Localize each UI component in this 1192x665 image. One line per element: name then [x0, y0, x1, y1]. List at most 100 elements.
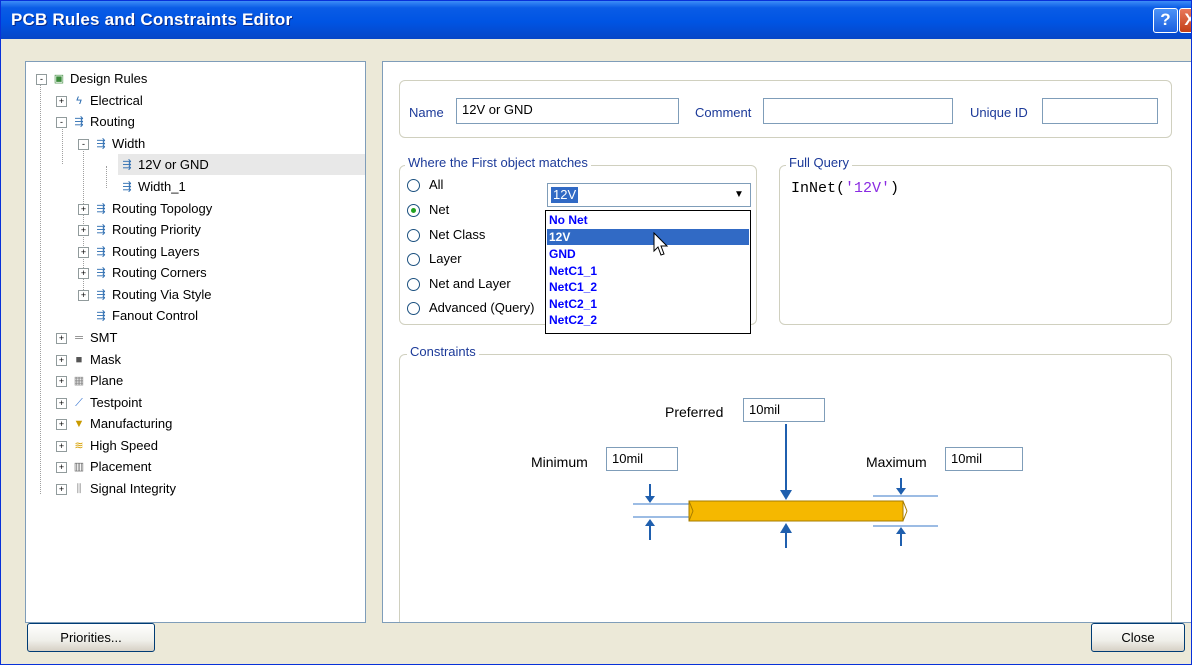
collapse-icon[interactable]: - — [78, 139, 89, 151]
radio-label: All — [429, 177, 444, 192]
tree-item-routing[interactable]: - ⇶ Routing — [56, 111, 135, 132]
preferred-width-field[interactable]: 10mil — [743, 398, 825, 422]
rules-editor-window: PCB Rules and Constraints Editor ? X -▣D… — [0, 0, 1192, 665]
expand-icon[interactable]: + — [56, 441, 67, 453]
tree-item-testpoint[interactable]: + ⟋ Testpoint — [56, 392, 142, 413]
radio-advanced-query[interactable]: Advanced (Query) — [407, 297, 535, 319]
tree-item-label: Routing — [90, 114, 135, 129]
tree-item-label: Routing Topology — [112, 201, 213, 216]
tree-item-label: Routing Layers — [112, 244, 200, 259]
expand-icon[interactable]: + — [56, 333, 67, 345]
dropdown-item-netc1-2[interactable]: NetC1_2 — [549, 279, 597, 295]
close-window-button[interactable]: X — [1179, 8, 1191, 33]
radio-button-selected-icon[interactable] — [407, 204, 420, 218]
expand-icon[interactable]: + — [56, 398, 67, 410]
expand-icon[interactable]: + — [56, 484, 67, 496]
mask-icon: ■ — [75, 354, 83, 367]
radio-button-icon[interactable] — [407, 253, 420, 267]
tree-item-label: Routing Via Style — [112, 287, 212, 302]
tree-item-label: Fanout Control — [112, 308, 198, 323]
tree-item-routing-priority[interactable]: + ⇶ Routing Priority — [78, 219, 201, 240]
net-dropdown-list[interactable]: No Net 12V GND NetC1_1 NetC1_2 NetC2_1 N… — [545, 210, 751, 334]
tree-item-label: Signal Integrity — [90, 481, 176, 496]
dropdown-item-netc2-2[interactable]: NetC2_2 — [549, 312, 597, 328]
priorities-button[interactable]: Priorities... — [27, 623, 155, 652]
tree-item-routing-layers[interactable]: + ⇶ Routing Layers — [78, 241, 199, 262]
dropdown-item-no-net[interactable]: No Net — [549, 212, 588, 228]
tree-item-label: SMT — [90, 330, 118, 345]
query-argument: '12V' — [845, 180, 891, 197]
routing-icon: ⇶ — [74, 116, 84, 129]
title-bar[interactable]: PCB Rules and Constraints Editor ? X — [1, 1, 1191, 39]
rule-detail-panel: Name 12V or GND Comment Unique ID Where … — [382, 61, 1191, 623]
radio-button-icon[interactable] — [407, 179, 420, 193]
tree-item-width-1[interactable]: ⇶ Width_1 — [118, 176, 186, 197]
tree-item-high-speed[interactable]: + ≋ High Speed — [56, 435, 158, 456]
routing-icon: ⇶ — [96, 289, 106, 302]
expand-icon[interactable]: + — [56, 376, 67, 388]
expand-icon[interactable]: + — [78, 225, 89, 237]
track-shape — [688, 500, 904, 522]
full-query-text[interactable]: InNet('12V') — [791, 180, 899, 197]
expand-icon[interactable]: + — [78, 290, 89, 302]
dropdown-item-netc2-1[interactable]: NetC2_1 — [549, 296, 597, 312]
radio-net[interactable]: Net — [407, 199, 449, 221]
tree-item-signal-integrity[interactable]: + ⫼ Signal Integrity — [56, 478, 176, 499]
name-label: Name — [409, 105, 444, 120]
tree-item-label: Electrical — [90, 93, 143, 108]
collapse-icon[interactable]: - — [36, 74, 47, 86]
tree-item-manufacturing[interactable]: + ▼ Manufacturing — [56, 413, 172, 434]
radio-net-class[interactable]: Net Class — [407, 224, 485, 246]
tree-item-label: Testpoint — [90, 395, 143, 410]
comment-field[interactable] — [763, 98, 953, 124]
window-title: PCB Rules and Constraints Editor — [11, 10, 293, 29]
tree-item-12v-or-gnd[interactable]: ⇶ 12V or GND — [118, 154, 365, 175]
expand-icon[interactable]: + — [56, 96, 67, 108]
expand-icon[interactable]: + — [56, 355, 67, 367]
routing-icon: ⇶ — [96, 246, 106, 259]
expand-icon[interactable]: + — [78, 204, 89, 216]
net-combo[interactable]: 12V ▼ — [547, 183, 751, 207]
tree-item-width[interactable]: - ⇶ Width — [78, 133, 145, 154]
radio-button-icon[interactable] — [407, 229, 420, 243]
high-speed-icon: ≋ — [74, 440, 84, 453]
track-width-diagram — [633, 424, 938, 548]
query-function: InNet( — [791, 180, 846, 197]
rules-tree[interactable]: - ▣ Design Rules + ϟ Electrical - ⇶ Routing - ⇶… — [25, 61, 366, 623]
radio-label: Advanced (Query) — [429, 300, 535, 315]
tree-item-routing-via-style[interactable]: + ⇶ Routing Via Style — [78, 284, 212, 305]
tree-item-label: Width_1 — [138, 179, 186, 194]
tree-item-design-rules[interactable]: - ▣ Design Rules — [36, 68, 147, 89]
expand-icon[interactable]: + — [56, 462, 67, 474]
collapse-icon[interactable]: - — [56, 117, 67, 129]
dropdown-arrow-icon[interactable]: ▼ — [729, 185, 749, 205]
radio-label: Net and Layer — [429, 276, 511, 291]
radio-button-icon[interactable] — [407, 278, 420, 292]
dropdown-item-netc1-1[interactable]: NetC1_1 — [549, 263, 597, 279]
radio-layer[interactable]: Layer — [407, 248, 462, 270]
name-field[interactable]: 12V or GND — [456, 98, 679, 124]
tree-item-mask[interactable]: + ■ Mask — [56, 349, 121, 370]
help-button[interactable]: ? — [1153, 8, 1178, 33]
plane-icon: ▦ — [73, 375, 85, 388]
radio-net-and-layer[interactable]: Net and Layer — [407, 273, 511, 295]
query-close: ) — [890, 180, 900, 197]
tree-item-routing-corners[interactable]: + ⇶ Routing Corners — [78, 262, 207, 283]
tree-item-routing-topology[interactable]: + ⇶ Routing Topology — [78, 198, 212, 219]
dropdown-item-gnd[interactable]: GND — [549, 246, 576, 262]
expand-icon[interactable]: + — [56, 419, 67, 431]
tree-item-smt[interactable]: + ═ SMT — [56, 327, 117, 348]
unique-id-field[interactable] — [1042, 98, 1158, 124]
expand-icon[interactable]: + — [78, 268, 89, 280]
tree-item-electrical[interactable]: + ϟ Electrical — [56, 90, 143, 111]
radio-button-icon[interactable] — [407, 302, 420, 316]
radio-all[interactable]: All — [407, 174, 443, 196]
maximum-width-field[interactable]: 10mil — [945, 447, 1023, 471]
tree-item-label: Placement — [90, 459, 152, 474]
expand-icon[interactable]: + — [78, 247, 89, 259]
tree-item-placement[interactable]: + ▥ Placement — [56, 456, 151, 477]
tree-item-plane[interactable]: + ▦ Plane — [56, 370, 123, 391]
dropdown-item-12v[interactable]: 12V — [547, 229, 749, 245]
tree-item-fanout-control[interactable]: ⇶ Fanout Control — [92, 305, 198, 326]
close-button[interactable]: Close — [1091, 623, 1185, 652]
